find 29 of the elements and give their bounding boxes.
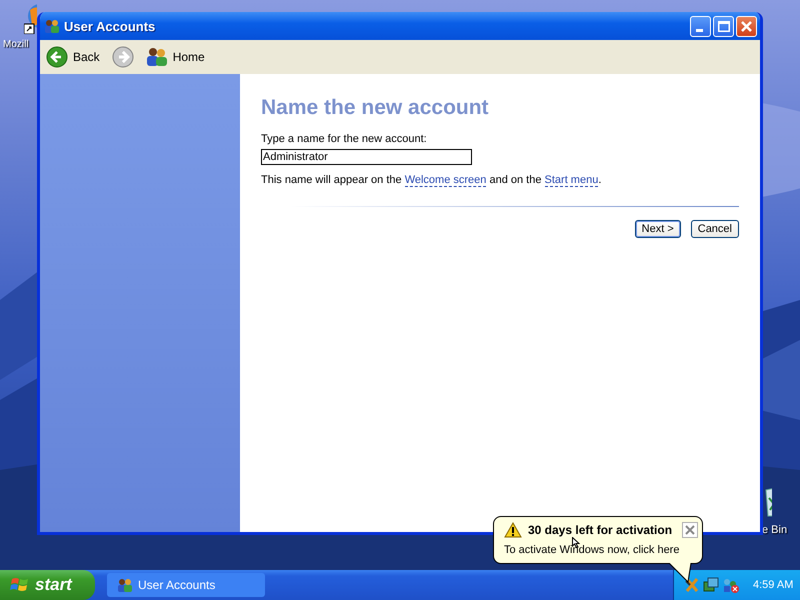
close-icon	[741, 20, 752, 32]
taskbar-button[interactable]: User Accounts	[107, 573, 265, 597]
link[interactable]: Start menu	[544, 174, 598, 187]
back-button[interactable]: Back	[44, 44, 102, 70]
balloon-tail	[668, 563, 692, 583]
maximize-icon	[718, 20, 730, 32]
page-heading: Name the new account	[261, 96, 489, 120]
window-title: User Accounts	[64, 18, 156, 34]
start-button[interactable]: start	[0, 570, 95, 600]
balloon-text[interactable]: To activate Windows now, click here	[504, 544, 698, 556]
notification-balloon[interactable]: 30 days left for activation To activate Windows now, click here	[493, 516, 703, 564]
minimize-icon	[696, 28, 703, 32]
security-alert-icon[interactable]	[722, 577, 740, 593]
users-icon	[44, 18, 60, 34]
name-field[interactable]: Administrator	[261, 149, 472, 165]
network-icon[interactable]	[703, 577, 719, 593]
cancel-button[interactable]: Cancel	[690, 220, 739, 238]
close-button[interactable]	[682, 522, 698, 538]
next-button[interactable]: Next >	[634, 220, 681, 238]
hint-text: This name will appear on the Welcome screen and on the Start menu.	[261, 174, 602, 186]
balloon-title: 30 days left for activation	[528, 523, 674, 537]
link[interactable]: Welcome screen	[404, 174, 486, 187]
maximize-button[interactable]	[713, 16, 734, 36]
field-label: Type a name for the new account:	[261, 133, 427, 145]
home-button[interactable]: Home	[144, 44, 207, 70]
users-icon	[117, 577, 133, 593]
users-icon	[146, 46, 168, 68]
warning-icon	[504, 522, 522, 538]
minimize-button[interactable]	[690, 16, 711, 36]
